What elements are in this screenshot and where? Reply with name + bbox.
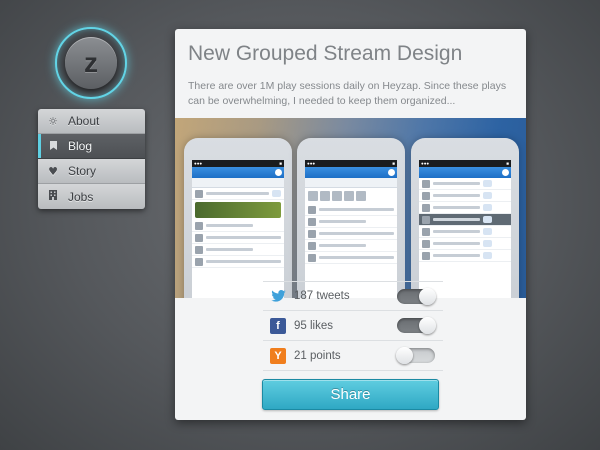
phone-mockup: ●●● ■	[184, 138, 292, 298]
toggle-knob[interactable]	[419, 317, 436, 334]
side-nav: ☼ About Blog ♥ Story Jobs	[38, 109, 145, 209]
toggle-knob[interactable]	[396, 347, 413, 364]
post-description: There are over 1M play sessions daily on…	[188, 80, 507, 107]
twitter-row: 187 tweets	[263, 281, 443, 311]
twitter-count: 187 tweets	[294, 290, 350, 302]
post-title[interactable]: New Grouped Stream Design	[188, 42, 462, 66]
logo-letter: z	[84, 47, 98, 78]
nav-item-label: Story	[68, 164, 97, 178]
hackernews-row: Y 21 points	[263, 341, 443, 371]
phone-mockup: ●●● ■	[297, 138, 405, 298]
phone-screen: ●●● ■	[192, 160, 284, 298]
toggle-knob[interactable]	[419, 287, 436, 305]
facebook-toggle[interactable]	[397, 317, 436, 334]
twitter-toggle[interactable]	[397, 287, 436, 305]
logo-ring[interactable]: z	[55, 27, 127, 99]
nav-item-jobs[interactable]: Jobs	[38, 184, 145, 209]
post-hero-image: ●●● ■ ●●● ■ ●●● ■	[175, 118, 526, 298]
building-icon	[38, 190, 68, 203]
nav-item-about[interactable]: ☼ About	[38, 109, 145, 134]
y-icon: Y	[270, 347, 286, 364]
phone-screen: ●●● ■	[305, 160, 397, 298]
facebook-icon: f	[270, 317, 286, 334]
share-button[interactable]: Share	[262, 379, 439, 410]
logo[interactable]: z	[65, 37, 117, 89]
nav-item-blog[interactable]: Blog	[38, 134, 145, 159]
phone-mockup: ●●● ■	[411, 138, 519, 298]
bookmark-icon	[38, 140, 68, 153]
nav-item-story[interactable]: ♥ Story	[38, 159, 145, 184]
social-stats: 187 tweets f 95 likes Y 21 points	[263, 281, 443, 371]
twitter-icon	[270, 288, 286, 304]
hackernews-count: 21 points	[294, 349, 341, 362]
hackernews-toggle[interactable]	[396, 347, 435, 364]
nav-item-label: Jobs	[68, 189, 94, 204]
heart-icon: ♥	[48, 164, 58, 178]
phone-screen: ●●● ■	[419, 160, 511, 298]
nav-item-label: Blog	[68, 139, 93, 153]
nav-item-label: About	[68, 114, 100, 128]
gear-icon: ☼	[48, 114, 58, 128]
facebook-row: f 95 likes	[263, 311, 443, 341]
facebook-count: 95 likes	[294, 319, 333, 332]
